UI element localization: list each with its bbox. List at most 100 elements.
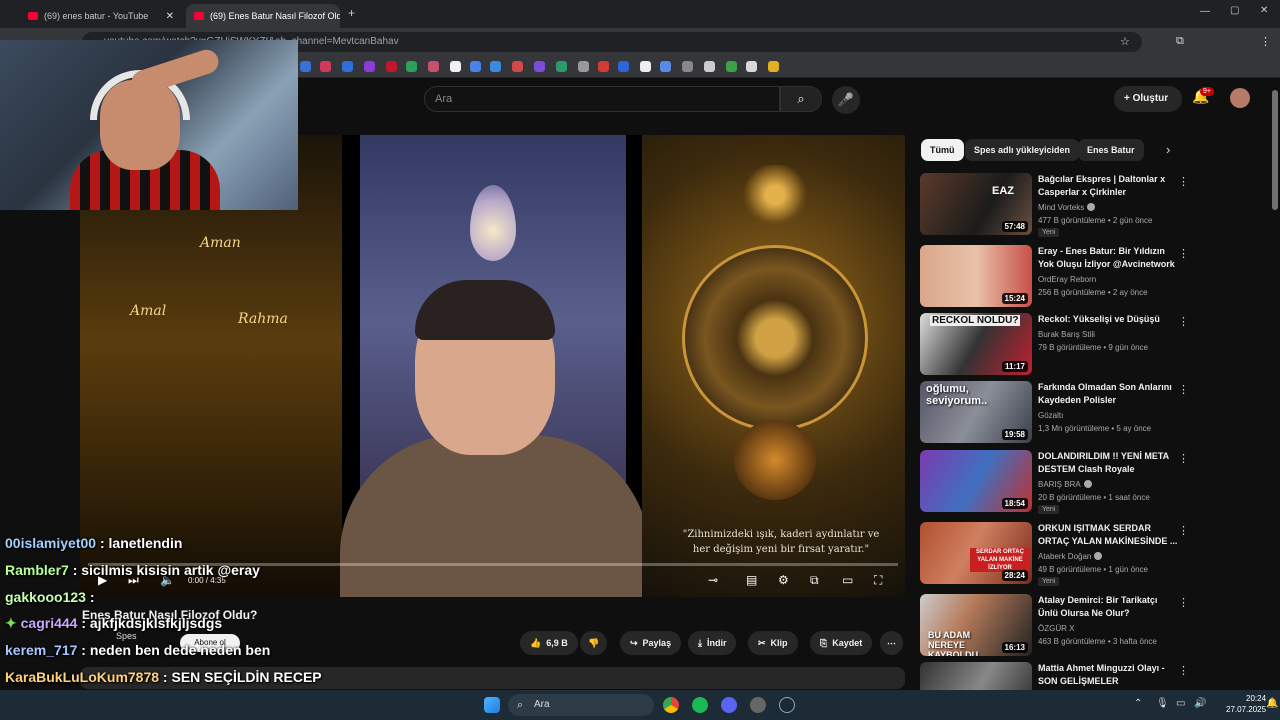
more-options-icon[interactable]: ⋮ bbox=[1178, 664, 1189, 677]
recommendation-item[interactable]: 18:54 DOLANDIRILDIM !! YENİ META DESTEM … bbox=[920, 450, 1190, 516]
recommendation-item[interactable]: oğlumu, seviyorum.. 19:58 Farkında Olmad… bbox=[920, 381, 1190, 447]
bookmark-icon[interactable] bbox=[512, 61, 523, 72]
more-options-icon[interactable]: ⋮ bbox=[1178, 452, 1189, 465]
discord-icon[interactable] bbox=[721, 697, 737, 713]
recommendation-item[interactable]: RECKOL NOLDU? 11:17 Reckol: Yükselişi ve… bbox=[920, 313, 1190, 379]
recommendation-item[interactable]: Mattia Ahmet Minguzzi Olayı - SON GELİŞM… bbox=[920, 662, 1190, 690]
bookmark-icon[interactable] bbox=[746, 61, 757, 72]
bookmark-icon[interactable] bbox=[598, 61, 609, 72]
fullscreen-icon[interactable]: ⛶ bbox=[874, 573, 882, 588]
tab-video[interactable]: (69) Enes Batur Nasıl Filozof Oldu ✕ bbox=[186, 4, 340, 28]
chat-username: kerem_717 bbox=[5, 642, 78, 658]
new-tab-button[interactable]: + bbox=[348, 6, 355, 20]
bookmark-icon[interactable] bbox=[386, 61, 397, 72]
speaker-icon[interactable]: 🔊 bbox=[1194, 698, 1206, 709]
more-options-icon[interactable]: ⋮ bbox=[1178, 383, 1189, 396]
recommendation-channel: Ataberk Doğan bbox=[1038, 552, 1103, 561]
account-avatar[interactable] bbox=[1230, 88, 1250, 108]
duration-badge: 19:58 bbox=[1001, 429, 1028, 440]
download-icon: ⤓ bbox=[698, 638, 702, 648]
bookmark-icon[interactable] bbox=[682, 61, 693, 72]
scrollbar-thumb[interactable] bbox=[1272, 90, 1278, 210]
create-button[interactable]: + Oluştur bbox=[1114, 86, 1182, 112]
menu-icon[interactable]: ⋮ bbox=[1260, 35, 1271, 48]
bookmark-icon[interactable] bbox=[660, 61, 671, 72]
video-caption: "Zihnimizdeki ışık, kaderi aydınlatır ve… bbox=[666, 527, 896, 557]
steam-icon[interactable] bbox=[779, 697, 795, 713]
more-options-icon[interactable]: ⋮ bbox=[1178, 596, 1189, 609]
chip-from-uploader[interactable]: Spes adlı yükleyiciden bbox=[965, 139, 1080, 161]
chip-enes-batur[interactable]: Enes Batur bbox=[1078, 139, 1144, 161]
minimize-icon[interactable]: — bbox=[1200, 6, 1210, 17]
bookmark-icon[interactable] bbox=[726, 61, 737, 72]
taskbar-search[interactable]: ⌕ Ara bbox=[508, 694, 654, 716]
clock-date: 27.07.2025 bbox=[1226, 705, 1267, 714]
tab-youtube-search[interactable]: (69) enes batur - YouTube ✕ bbox=[20, 4, 182, 28]
bookmark-icon[interactable] bbox=[320, 61, 331, 72]
chip-all[interactable]: Tümü bbox=[921, 139, 964, 161]
tab-close-icon[interactable]: ✕ bbox=[166, 11, 174, 22]
download-button[interactable]: ⤓ İndir bbox=[688, 631, 737, 655]
more-options-icon[interactable]: ⋮ bbox=[1178, 175, 1189, 188]
bookmark-icon[interactable] bbox=[640, 61, 651, 72]
clip-button[interactable]: ✂ Klip bbox=[748, 631, 798, 655]
bookmark-icon[interactable] bbox=[534, 61, 545, 72]
bookmark-icon[interactable] bbox=[578, 61, 589, 72]
bookmark-icon[interactable] bbox=[428, 61, 439, 72]
windows-start-icon[interactable] bbox=[484, 697, 500, 713]
page-scrollbar[interactable] bbox=[1270, 78, 1280, 690]
maximize-icon[interactable]: ▢ bbox=[1230, 5, 1239, 16]
network-icon[interactable]: ▭ bbox=[1176, 698, 1185, 709]
video-thumbnail: oğlumu, seviyorum.. 19:58 bbox=[920, 381, 1032, 443]
bookmark-icon[interactable] bbox=[342, 61, 353, 72]
close-window-icon[interactable]: ✕ bbox=[1260, 5, 1268, 16]
person-body-image bbox=[340, 435, 650, 597]
notification-center-icon[interactable]: 🔔 bbox=[1266, 698, 1278, 709]
taskbar-clock[interactable]: 20:24 27.07.2025 bbox=[1226, 693, 1266, 715]
theater-mode-icon[interactable]: ▭ bbox=[842, 573, 853, 587]
save-button[interactable]: ⎘ Kaydet bbox=[810, 631, 873, 655]
more-actions-button[interactable]: ⋯ bbox=[880, 631, 903, 655]
chat-username: Rambler7 bbox=[5, 562, 69, 578]
channel-name[interactable]: Spes bbox=[116, 631, 137, 641]
search-input[interactable]: Ara bbox=[424, 86, 780, 112]
bookmark-icon[interactable] bbox=[450, 61, 461, 72]
more-options-icon[interactable]: ⋮ bbox=[1178, 524, 1189, 537]
extensions-icon[interactable]: ⧉ bbox=[1176, 35, 1184, 48]
bookmark-star-icon[interactable]: ☆ bbox=[1120, 35, 1130, 48]
bookmark-icon[interactable] bbox=[556, 61, 567, 72]
bookmark-icon[interactable] bbox=[300, 61, 311, 72]
bookmark-icon[interactable] bbox=[470, 61, 481, 72]
miniplayer-icon[interactable]: ⧉ bbox=[810, 573, 819, 588]
bookmark-icon[interactable] bbox=[768, 61, 779, 72]
settings-gear-icon[interactable]: ⚙ bbox=[778, 573, 789, 587]
voice-search-button[interactable]: 🎤 bbox=[832, 86, 860, 114]
bookmark-icon[interactable] bbox=[704, 61, 715, 72]
obs-icon[interactable] bbox=[750, 697, 766, 713]
recommendation-item[interactable]: BU ADAM NEREYE KAYBOLDU 16:13 Atalay Dem… bbox=[920, 594, 1190, 660]
bookmark-icon[interactable] bbox=[406, 61, 417, 72]
chevron-right-icon[interactable]: › bbox=[1166, 142, 1170, 157]
chevron-up-icon[interactable]: ⌃ bbox=[1134, 698, 1142, 709]
microphone-icon[interactable]: 🎙 bbox=[1156, 698, 1169, 709]
chrome-icon[interactable] bbox=[663, 697, 679, 713]
video-thumbnail bbox=[920, 662, 1032, 690]
spotify-icon[interactable] bbox=[692, 697, 708, 713]
more-options-icon[interactable]: ⋮ bbox=[1178, 247, 1189, 260]
video-thumbnail: 18:54 bbox=[920, 450, 1032, 512]
bookmark-icon[interactable] bbox=[364, 61, 375, 72]
autoplay-toggle-icon[interactable]: ⊸ bbox=[708, 573, 718, 587]
video-thumbnail: RECKOL NOLDU? 11:17 bbox=[920, 313, 1032, 375]
recommendation-item[interactable]: EAZ 57:48 Bağcılar Ekspres | Daltonlar x… bbox=[920, 173, 1190, 239]
recommendation-item[interactable]: 15:24 Eray - Enes Batur: Bir Yıldızın Yo… bbox=[920, 245, 1190, 311]
more-options-icon[interactable]: ⋮ bbox=[1178, 315, 1189, 328]
like-button[interactable]: 👍 6,9 B bbox=[520, 631, 578, 655]
subtitles-icon[interactable]: ▤ bbox=[746, 573, 757, 587]
webcam-overlay bbox=[0, 40, 298, 210]
bookmark-icon[interactable] bbox=[490, 61, 501, 72]
recommendation-item[interactable]: SERDAR ORTAÇ YALAN MAKİNE İZLİYOR 28:24 … bbox=[920, 522, 1190, 588]
search-button[interactable]: ⌕ bbox=[780, 86, 822, 112]
dislike-button[interactable]: 👎 bbox=[580, 631, 608, 655]
bookmark-icon[interactable] bbox=[618, 61, 629, 72]
share-button[interactable]: ↪ Paylaş bbox=[620, 631, 682, 655]
